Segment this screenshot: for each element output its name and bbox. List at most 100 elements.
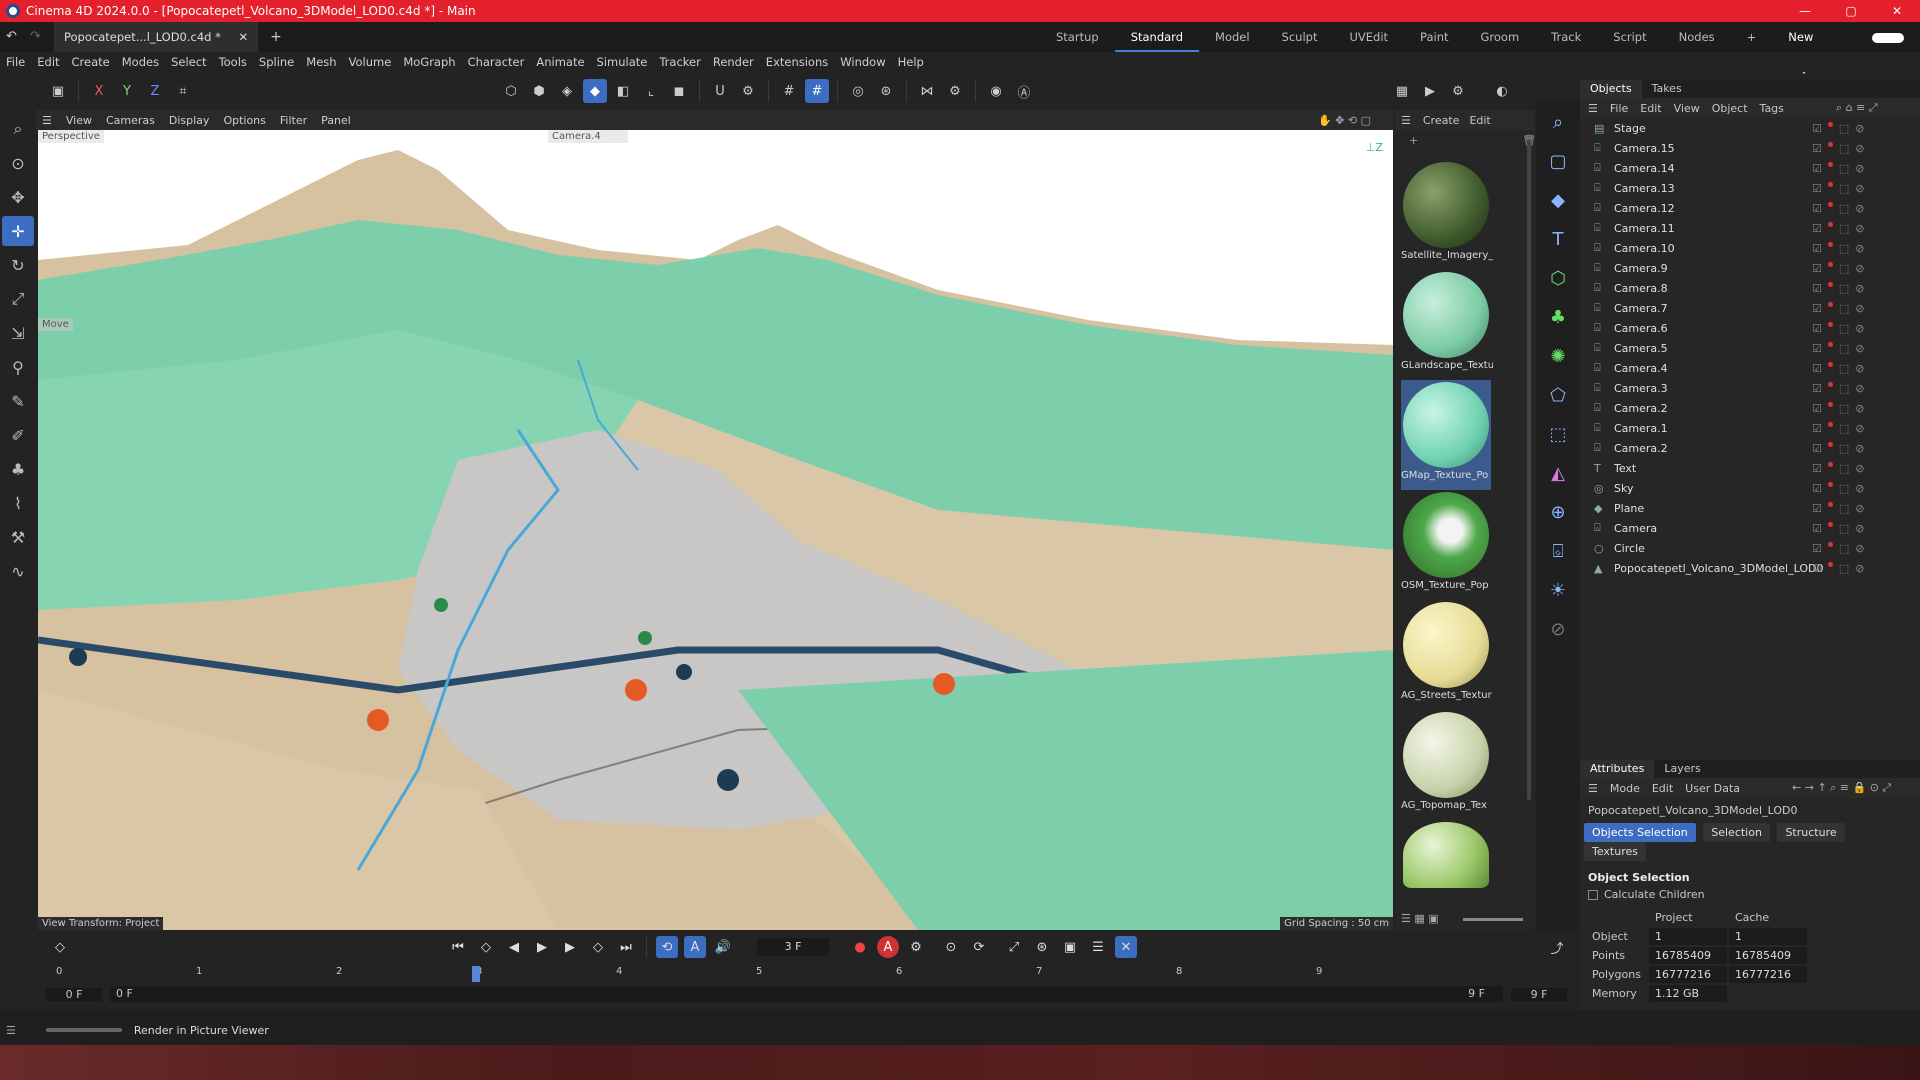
- vp-menu-view[interactable]: View: [66, 114, 92, 127]
- menu-window[interactable]: Window: [840, 55, 885, 69]
- deformer-icon[interactable]: ⬠: [1541, 378, 1575, 412]
- layout-startup[interactable]: Startup: [1040, 22, 1115, 52]
- object-row[interactable]: ⌺ Camera ☑ ⬚ ⊘: [1580, 518, 1920, 538]
- menu-modes[interactable]: Modes: [122, 55, 159, 69]
- coordinate-system-icon[interactable]: ⌗: [171, 79, 195, 103]
- mat-menu-edit[interactable]: Edit: [1469, 114, 1490, 127]
- object-flags[interactable]: ☑ ⬚ ⊘: [1812, 321, 1865, 335]
- layout-track[interactable]: Track: [1535, 22, 1597, 52]
- object-flags[interactable]: ☑ ⬚ ⊘: [1812, 241, 1865, 255]
- move-tool-icon[interactable]: ✛: [2, 216, 34, 246]
- menu-create[interactable]: Create: [72, 55, 110, 69]
- key-rotation-icon[interactable]: ⟳: [968, 936, 990, 958]
- material-item[interactable]: GLandscape_Textu: [1401, 270, 1493, 380]
- vp-menu-panel[interactable]: Panel: [321, 114, 351, 127]
- redshift-icon[interactable]: ◐: [1490, 79, 1514, 103]
- menu-mesh[interactable]: Mesh: [306, 55, 336, 69]
- object-row[interactable]: ⌺ Camera.11 ☑ ⬚ ⊘: [1580, 218, 1920, 238]
- tools-icon[interactable]: ⊘: [1541, 612, 1575, 646]
- object-flags[interactable]: ☑ ⬚ ⊘: [1812, 421, 1865, 435]
- prev-key-icon[interactable]: ◇: [475, 936, 497, 958]
- attr-menu-mode[interactable]: Mode: [1610, 782, 1640, 795]
- material-item[interactable]: OSM_Texture_Pop: [1401, 490, 1491, 600]
- attrs-hamburger-icon[interactable]: ☰: [1588, 782, 1598, 795]
- cloner-icon[interactable]: ♣: [1541, 300, 1575, 334]
- polygons-mode-icon[interactable]: ◈: [555, 79, 579, 103]
- y-axis-lock-icon[interactable]: Y: [115, 79, 139, 103]
- layout-nodes[interactable]: Nodes: [1663, 22, 1731, 52]
- object-flags[interactable]: ☑ ⬚ ⊘: [1812, 141, 1865, 155]
- undo-icon[interactable]: ↶: [6, 29, 17, 44]
- object-row[interactable]: ⌺ Camera.6 ☑ ⬚ ⊘: [1580, 318, 1920, 338]
- attr-menu-edit[interactable]: Edit: [1652, 782, 1673, 795]
- prev-frame-icon[interactable]: ◀: [503, 936, 525, 958]
- render-region-icon[interactable]: ◎: [846, 79, 870, 103]
- object-flags[interactable]: ☑ ⬚ ⊘: [1812, 161, 1865, 175]
- om-menu-file[interactable]: File: [1610, 102, 1628, 115]
- menu-file[interactable]: File: [6, 55, 25, 69]
- tab-objects[interactable]: Objects: [1580, 80, 1642, 98]
- select-tool-icon[interactable]: ⊙: [2, 148, 34, 178]
- min-frame-field[interactable]: 0 F: [46, 987, 102, 1001]
- menu-extensions[interactable]: Extensions: [766, 55, 828, 69]
- object-row[interactable]: ⌺ Camera.2 ☑ ⬚ ⊘: [1580, 398, 1920, 418]
- menu-render[interactable]: Render: [713, 55, 754, 69]
- scale-tool-icon[interactable]: ⤢: [2, 284, 34, 314]
- object-row[interactable]: ⌺ Camera.5 ☑ ⬚ ⊘: [1580, 338, 1920, 358]
- scene-icon[interactable]: ⊕: [1541, 495, 1575, 529]
- object-row[interactable]: ⌺ Camera.9 ☑ ⬚ ⊘: [1580, 258, 1920, 278]
- object-flags[interactable]: ☑ ⬚ ⊘: [1812, 121, 1865, 135]
- edges-mode-icon[interactable]: ⬢: [527, 79, 551, 103]
- range-slider[interactable]: 0 F 9 F: [110, 986, 1503, 1002]
- object-row[interactable]: ⌺ Camera.12 ☑ ⬚ ⊘: [1580, 198, 1920, 218]
- calc-children-checkbox[interactable]: [1588, 889, 1598, 900]
- material-item[interactable]: AG_Streets_Textur: [1401, 600, 1492, 710]
- object-flags[interactable]: ☑ ⬚ ⊘: [1812, 541, 1865, 555]
- add-material-icon[interactable]: +: [1409, 134, 1418, 147]
- object-row[interactable]: ⌺ Camera.4 ☑ ⬚ ⊘: [1580, 358, 1920, 378]
- add-layout-icon[interactable]: +: [1731, 22, 1773, 52]
- keyframe-settings-icon[interactable]: ⚙: [905, 936, 927, 958]
- add-tab-icon[interactable]: +: [270, 29, 282, 45]
- frame-ruler[interactable]: 0123456789: [46, 964, 1571, 984]
- object-row[interactable]: ▤ Stage ☑ ⬚ ⊘: [1580, 118, 1920, 138]
- material-view-icons[interactable]: ☰ ▦ ▣: [1401, 912, 1439, 925]
- vp-menu-options[interactable]: Options: [223, 114, 265, 127]
- object-flags[interactable]: ☑ ⬚ ⊘: [1812, 461, 1865, 475]
- minimize-button[interactable]: —: [1782, 0, 1828, 22]
- object-flags[interactable]: ☑ ⬚ ⊘: [1812, 441, 1865, 455]
- object-row[interactable]: T Text ☑ ⬚ ⊘: [1580, 458, 1920, 478]
- menu-mograph[interactable]: MoGraph: [403, 55, 455, 69]
- model-mode-icon[interactable]: ◆: [583, 79, 607, 103]
- live-selection-icon[interactable]: ✥: [2, 182, 34, 212]
- search-icon[interactable]: ⌕: [2, 114, 34, 144]
- knife-tool-icon[interactable]: ⚒: [2, 522, 34, 552]
- next-key-icon[interactable]: ◇: [587, 936, 609, 958]
- key-position-icon[interactable]: ⊙: [940, 936, 962, 958]
- layout-uvedit[interactable]: UVEdit: [1333, 22, 1404, 52]
- viewport-solo-icon[interactable]: ◉: [984, 79, 1008, 103]
- object-flags[interactable]: ☑ ⬚ ⊘: [1812, 261, 1865, 275]
- record-icon[interactable]: ●: [849, 936, 871, 958]
- transform-tool-icon[interactable]: ⇲: [2, 318, 34, 348]
- tab-layers[interactable]: Layers: [1654, 760, 1710, 778]
- modeling-settings-icon[interactable]: ⚙: [943, 79, 967, 103]
- axis-mode-icon[interactable]: ⌞: [639, 79, 663, 103]
- field-icon[interactable]: ⬚: [1541, 417, 1575, 451]
- menu-animate[interactable]: Animate: [536, 55, 584, 69]
- solo-icon[interactable]: ◼: [667, 79, 691, 103]
- objects-hamburger-icon[interactable]: ☰: [1588, 102, 1598, 115]
- object-flags[interactable]: ☑ ⬚ ⊘: [1812, 521, 1865, 535]
- mat-menu-create[interactable]: Create: [1423, 114, 1460, 127]
- key-pla-icon[interactable]: ▣: [1059, 936, 1081, 958]
- camera-create-icon[interactable]: ⌕: [1541, 105, 1575, 139]
- om-menu-edit[interactable]: Edit: [1640, 102, 1661, 115]
- fcurve-icon[interactable]: ⤴: [1546, 936, 1568, 958]
- generator-icon[interactable]: ⬡: [1541, 261, 1575, 295]
- active-camera-label[interactable]: Camera.4: [548, 130, 628, 143]
- object-flags[interactable]: ☑ ⬚ ⊘: [1812, 481, 1865, 495]
- grid-snap-icon[interactable]: #: [805, 79, 829, 103]
- brush-tool-icon[interactable]: ⌇: [2, 488, 34, 518]
- structure-button[interactable]: Structure: [1777, 823, 1845, 842]
- snap-tool-icon[interactable]: ⚲: [2, 352, 34, 382]
